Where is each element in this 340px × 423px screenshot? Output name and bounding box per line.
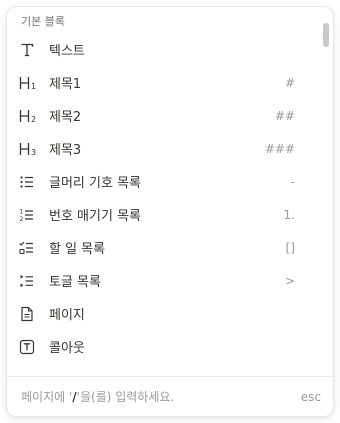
block-item-shortcut: -: [290, 174, 295, 189]
block-item-todo-list[interactable]: 할 일 목록 []: [7, 231, 317, 264]
svg-text:1: 1: [31, 82, 36, 91]
block-item-shortcut: >: [284, 273, 295, 288]
svg-text:2: 2: [20, 216, 24, 223]
block-item-heading-1[interactable]: 1 제목1 #: [7, 66, 317, 99]
block-item-shortcut: []: [285, 240, 295, 255]
block-item-shortcut: 1.: [283, 207, 295, 222]
svg-text:1: 1: [20, 208, 24, 215]
block-item-label: 제목2: [49, 110, 82, 125]
block-item-bulleted-list[interactable]: 글머리 기호 목록 -: [7, 165, 317, 198]
page-icon: [19, 303, 45, 325]
block-list: 텍스트 1 제목1 # 2 제목2 ## 3 제목3 ### 글머리 기호 목록…: [7, 33, 317, 363]
svg-text:3: 3: [31, 148, 36, 157]
block-item-label: 할 일 목록: [49, 242, 106, 257]
block-item-label: 텍스트: [49, 44, 85, 59]
section-label-basic-blocks: 기본 블록: [21, 15, 65, 28]
filter-hint-prefix: 페이지에 ': [21, 390, 73, 404]
block-item-text[interactable]: 텍스트: [7, 33, 317, 66]
svg-text:2: 2: [31, 115, 36, 124]
menu-footer: 페이지에 '/'을(를) 입력하세요. esc: [7, 376, 333, 416]
block-item-heading-2[interactable]: 2 제목2 ##: [7, 99, 317, 132]
block-item-heading-3[interactable]: 3 제목3 ###: [7, 132, 317, 165]
heading-1-icon: 1: [19, 72, 45, 94]
block-item-label: 제목1: [49, 77, 82, 92]
block-item-label: 토글 목록: [49, 275, 101, 290]
block-item-toggle-list[interactable]: 토글 목록 >: [7, 264, 317, 297]
block-item-shortcut: #: [284, 75, 295, 90]
filter-hint-suffix: '을(를) 입력하세요.: [76, 390, 175, 404]
text-icon: [19, 39, 45, 61]
block-item-label: 제목3: [49, 143, 82, 158]
numbered-list-icon: 12: [19, 204, 45, 226]
block-item-numbered-list[interactable]: 12 번호 매기기 목록 1.: [7, 198, 317, 231]
block-item-label: 페이지: [49, 308, 85, 323]
callout-icon: [19, 336, 45, 358]
scrollbar-thumb[interactable]: [323, 23, 329, 47]
block-item-label: 콜아웃: [49, 341, 85, 356]
block-item-label: 번호 매기기 목록: [49, 209, 141, 224]
heading-3-icon: 3: [19, 138, 45, 160]
block-item-shortcut: ###: [264, 141, 295, 156]
bulleted-list-icon: [19, 171, 45, 193]
block-item-shortcut: ##: [274, 108, 295, 123]
todo-list-icon: [19, 237, 45, 259]
esc-close-button[interactable]: esc: [301, 390, 321, 404]
block-item-label: 글머리 기호 목록: [49, 176, 141, 191]
slash-command-menu: 기본 블록 텍스트 1 제목1 # 2 제목2 ## 3 제목3 ### 글머리…: [6, 6, 334, 417]
block-item-callout[interactable]: 콜아웃: [7, 330, 317, 363]
filter-hint: 페이지에 '/'을(를) 입력하세요.: [21, 388, 174, 405]
heading-2-icon: 2: [19, 105, 45, 127]
block-item-page[interactable]: 페이지: [7, 297, 317, 330]
toggle-list-icon: [19, 270, 45, 292]
